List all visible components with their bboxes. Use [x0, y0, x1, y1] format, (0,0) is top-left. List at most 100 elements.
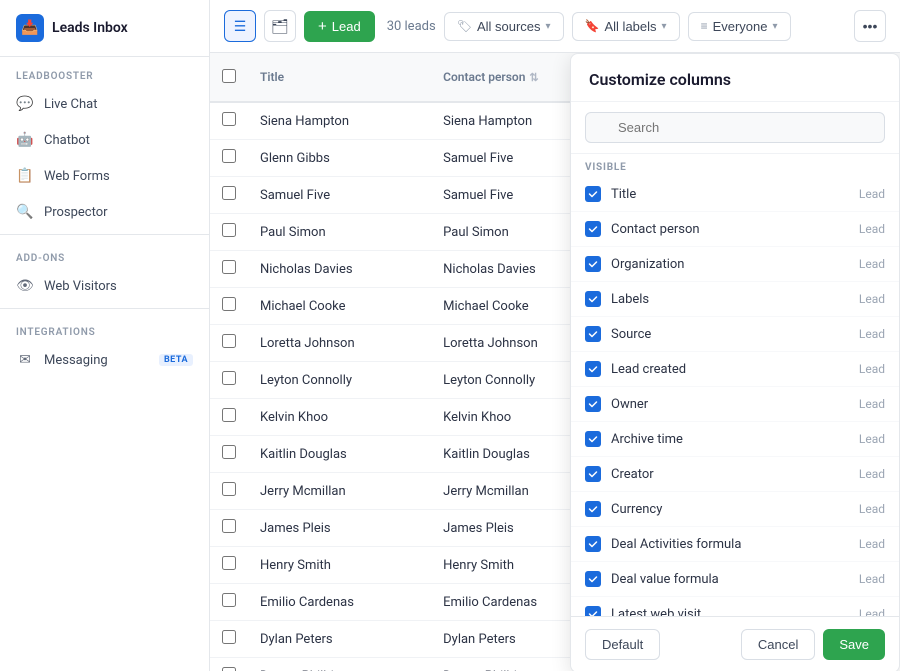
- row-checkbox-cell[interactable]: [210, 140, 248, 177]
- column-name: Currency: [611, 502, 859, 517]
- row-checkbox-cell[interactable]: [210, 436, 248, 473]
- column-item[interactable]: Archive time Lead: [571, 422, 899, 457]
- sidebar-item-live-chat[interactable]: 💬 Live Chat: [0, 86, 209, 122]
- save-button[interactable]: Save: [823, 629, 885, 660]
- column-item[interactable]: Creator Lead: [571, 457, 899, 492]
- column-item[interactable]: Lead created Lead: [571, 352, 899, 387]
- column-item[interactable]: Organization Lead: [571, 247, 899, 282]
- column-name: Owner: [611, 397, 859, 412]
- row-checkbox[interactable]: [222, 260, 236, 274]
- everyone-icon: ≡: [701, 19, 708, 33]
- row-checkbox[interactable]: [222, 519, 236, 533]
- row-checkbox-cell[interactable]: [210, 584, 248, 621]
- row-title: Loretta Johnson: [248, 325, 431, 362]
- row-checkbox[interactable]: [222, 482, 236, 496]
- row-checkbox[interactable]: [222, 149, 236, 163]
- row-checkbox-cell[interactable]: [210, 251, 248, 288]
- column-checkbox[interactable]: [585, 326, 601, 342]
- default-button[interactable]: Default: [585, 629, 660, 660]
- row-checkbox-cell[interactable]: [210, 510, 248, 547]
- everyone-filter[interactable]: ≡ Everyone ▾: [688, 12, 791, 41]
- add-lead-button[interactable]: + Lead: [304, 11, 375, 42]
- column-type: Lead: [859, 257, 885, 271]
- column-name: Deal Activities formula: [611, 537, 859, 552]
- row-checkbox[interactable]: [222, 334, 236, 348]
- column-item[interactable]: Latest web visit Lead: [571, 597, 899, 616]
- row-checkbox-cell[interactable]: [210, 547, 248, 584]
- row-checkbox-cell[interactable]: [210, 325, 248, 362]
- column-checkbox[interactable]: [585, 571, 601, 587]
- customize-search-container: 🔍: [571, 102, 899, 154]
- column-name: Contact person: [611, 222, 859, 237]
- row-checkbox[interactable]: [222, 186, 236, 200]
- row-checkbox-cell[interactable]: [210, 362, 248, 399]
- row-title: Henry Smith: [248, 547, 431, 584]
- column-checkbox[interactable]: [585, 466, 601, 482]
- customize-search-input[interactable]: [585, 112, 885, 143]
- row-checkbox[interactable]: [222, 223, 236, 237]
- sort-icon: ⇅: [529, 71, 538, 84]
- row-checkbox-cell[interactable]: [210, 214, 248, 251]
- select-all-checkbox[interactable]: [222, 69, 236, 83]
- toolbar: ☰ 🗂 + Lead 30 leads 🏷 All sources ▾ 🔖 Al…: [210, 0, 900, 53]
- row-checkbox[interactable]: [222, 112, 236, 126]
- row-title: Kelvin Khoo: [248, 399, 431, 436]
- cancel-button[interactable]: Cancel: [741, 629, 815, 660]
- sidebar-item-messaging-label: Messaging: [44, 353, 108, 368]
- column-checkbox[interactable]: [585, 361, 601, 377]
- sidebar-item-web-forms[interactable]: 📋 Web Forms: [0, 158, 209, 194]
- row-checkbox[interactable]: [222, 667, 236, 671]
- row-checkbox-cell[interactable]: [210, 288, 248, 325]
- column-checkbox[interactable]: [585, 221, 601, 237]
- column-checkbox[interactable]: [585, 606, 601, 616]
- select-all-header[interactable]: [210, 53, 248, 102]
- all-labels-filter[interactable]: 🔖 All labels ▾: [572, 12, 680, 41]
- row-checkbox-cell[interactable]: [210, 102, 248, 140]
- live-chat-icon: 💬: [16, 95, 34, 113]
- row-checkbox[interactable]: [222, 630, 236, 644]
- column-item[interactable]: Source Lead: [571, 317, 899, 352]
- column-checkbox[interactable]: [585, 396, 601, 412]
- sidebar-divider-1: [0, 234, 209, 235]
- column-item[interactable]: Owner Lead: [571, 387, 899, 422]
- chatbot-icon: 🤖: [16, 131, 34, 149]
- column-checkbox[interactable]: [585, 186, 601, 202]
- row-checkbox-cell[interactable]: [210, 658, 248, 671]
- row-checkbox[interactable]: [222, 371, 236, 385]
- sidebar-section-leadbooster: LEADBOOSTER 💬 Live Chat 🤖 Chatbot 📋 Web …: [0, 57, 209, 230]
- row-checkbox[interactable]: [222, 593, 236, 607]
- labels-icon: 🔖: [585, 19, 600, 33]
- column-checkbox[interactable]: [585, 431, 601, 447]
- row-title: Leyton Connolly: [248, 362, 431, 399]
- checkmark-icon: [588, 364, 598, 374]
- column-checkbox[interactable]: [585, 291, 601, 307]
- row-checkbox[interactable]: [222, 556, 236, 570]
- row-checkbox-cell[interactable]: [210, 399, 248, 436]
- row-title: Paul Simon: [248, 214, 431, 251]
- column-item[interactable]: Title Lead: [571, 177, 899, 212]
- column-item[interactable]: Deal value formula Lead: [571, 562, 899, 597]
- archive-view-button[interactable]: 🗂: [264, 10, 296, 42]
- column-item[interactable]: Deal Activities formula Lead: [571, 527, 899, 562]
- all-sources-filter[interactable]: 🏷 All sources ▾: [444, 12, 564, 41]
- sidebar-header[interactable]: 📥 Leads Inbox: [0, 0, 209, 57]
- column-item[interactable]: Contact person Lead: [571, 212, 899, 247]
- row-checkbox[interactable]: [222, 408, 236, 422]
- row-checkbox-cell[interactable]: [210, 621, 248, 658]
- column-checkbox[interactable]: [585, 501, 601, 517]
- list-view-button[interactable]: ☰: [224, 10, 256, 42]
- row-checkbox-cell[interactable]: [210, 177, 248, 214]
- row-checkbox-cell[interactable]: [210, 473, 248, 510]
- column-item[interactable]: Labels Lead: [571, 282, 899, 317]
- column-checkbox[interactable]: [585, 256, 601, 272]
- column-checkbox[interactable]: [585, 536, 601, 552]
- sidebar-item-prospector[interactable]: 🔍 Prospector: [0, 194, 209, 230]
- sidebar-item-messaging[interactable]: ✉ Messaging BETA: [0, 342, 209, 378]
- more-options-button[interactable]: •••: [854, 10, 886, 42]
- sidebar-item-chatbot[interactable]: 🤖 Chatbot: [0, 122, 209, 158]
- row-checkbox[interactable]: [222, 445, 236, 459]
- sidebar-item-web-visitors[interactable]: 👁 Web Visitors: [0, 268, 209, 304]
- row-checkbox[interactable]: [222, 297, 236, 311]
- column-type: Lead: [859, 537, 885, 551]
- column-item[interactable]: Currency Lead: [571, 492, 899, 527]
